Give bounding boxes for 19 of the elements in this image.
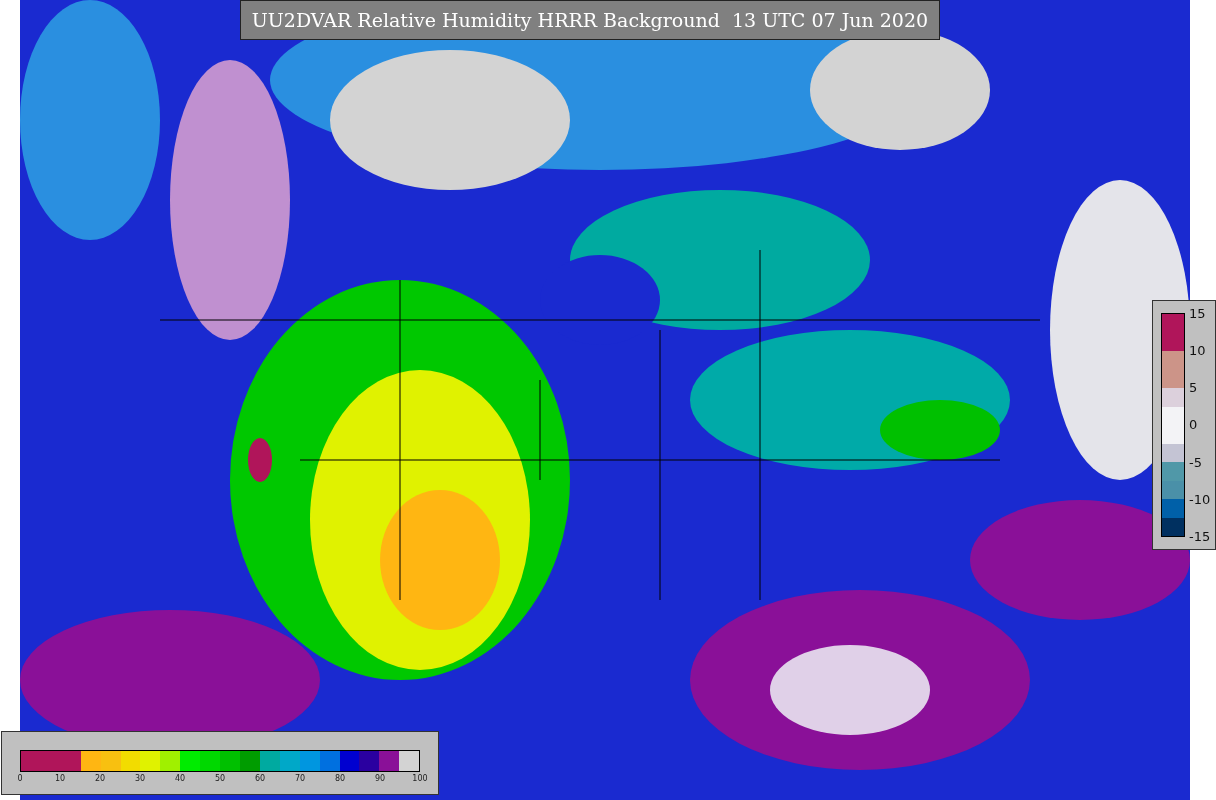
tick-label: -10	[1189, 492, 1211, 506]
tick-label: 90	[373, 774, 387, 783]
tick-label: 50	[213, 774, 227, 783]
map-title: UU2DVAR Relative Humidity HRRR Background 13 UTC 07 Jun 2020	[240, 0, 940, 40]
tick-label: 80	[333, 774, 347, 783]
tick-label: 0	[1189, 418, 1199, 432]
tick-label: 60	[253, 774, 267, 783]
tick-label: 5	[1189, 381, 1199, 395]
tick-label: 100	[412, 774, 428, 783]
tick-label: 0	[16, 774, 24, 783]
tick-label: 10	[1189, 344, 1207, 358]
tick-label: 10	[53, 774, 67, 783]
tick-label: 70	[293, 774, 307, 783]
tick-label: 15	[1189, 307, 1207, 320]
tick-label: 30	[133, 774, 147, 783]
tick-label: 20	[93, 774, 107, 783]
tick-label: 40	[173, 774, 187, 783]
tick-label: -5	[1189, 455, 1203, 469]
tick-label: -15	[1189, 529, 1211, 543]
